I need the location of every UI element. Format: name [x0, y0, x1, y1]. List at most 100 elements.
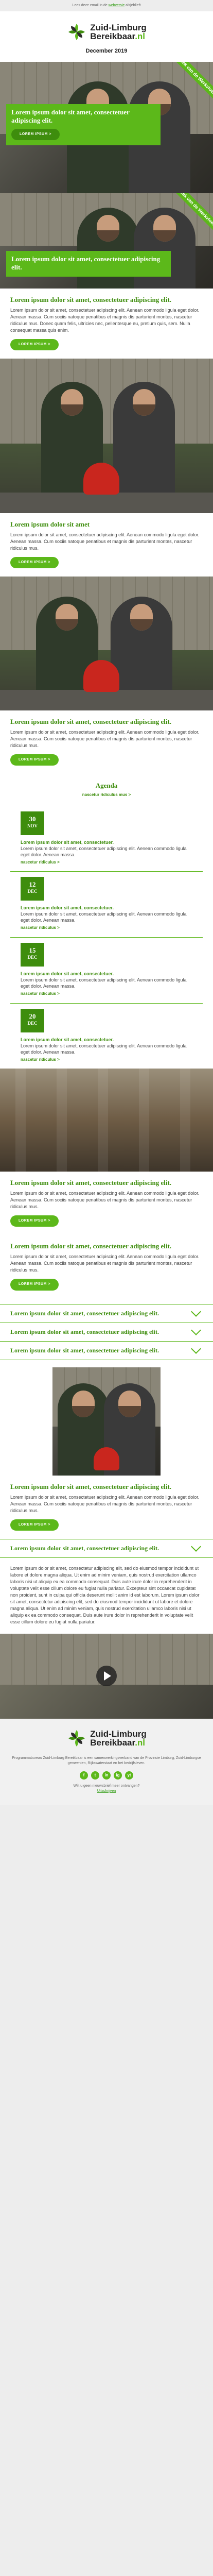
article-6: Lorem ipsum dolor sit amet, consectetuer…	[0, 1476, 213, 1539]
edition-date: December 2019	[85, 48, 128, 55]
preheader-text-after: alsjeblieft	[126, 4, 141, 7]
article-5-button[interactable]: LOREM IPSUM >	[10, 1279, 59, 1291]
date-day: 15	[29, 946, 36, 955]
agenda-header: Agenda nascetur ridiculus mus >	[0, 774, 213, 806]
logo-wordmark: Zuid-Limburg Bereikbaar.nl	[90, 23, 147, 41]
date-box: 20 DEC	[21, 1008, 44, 1032]
chevron-down-icon[interactable]	[191, 1541, 201, 1552]
article-6-title: Lorem ipsum dolor sit amet, consectetuer…	[10, 1482, 172, 1490]
footer-logo-line2: Bereikbaar	[90, 1737, 135, 1748]
accordion-title: Lorem ipsum dolor sit amet, consectetuer…	[10, 1346, 159, 1354]
chevron-down-icon[interactable]	[191, 1307, 201, 1317]
agenda-link[interactable]: nascetur ridiculus mus >	[10, 792, 203, 798]
accordion-item[interactable]: Lorem ipsum dolor sit amet, consectetuer…	[0, 1539, 213, 1558]
date-box: 30 NOV	[21, 811, 44, 835]
agenda-item-text: Lorem ipsum dolor sit amet, consectetuer…	[21, 1043, 187, 1055]
agenda-item[interactable]: 20 DEC Lorem ipsum dolor sit amet, conse…	[10, 1004, 203, 1069]
leaf-logo-icon	[67, 22, 87, 42]
accordion-item[interactable]: Lorem ipsum dolor sit amet, consectetuer…	[0, 1304, 213, 1323]
agenda-item-link[interactable]: nascetur ridiculus >	[21, 925, 192, 931]
logo-tld: .nl	[135, 31, 146, 41]
preheader: Lees deze email in de webversie alsjebli…	[0, 0, 213, 11]
footer: Zuid-Limburg Bereikbaar.nl Programmabure…	[0, 1718, 213, 1805]
instagram-icon[interactable]: ig	[114, 1771, 122, 1780]
logo-line2: Bereikbaar	[90, 31, 135, 41]
hero-title: Lorem ipsum dolor sit amet, consectetuer…	[11, 108, 130, 124]
chevron-down-icon[interactable]	[191, 1344, 201, 1354]
leaf-logo-icon	[67, 1728, 87, 1748]
agenda-title: Agenda	[95, 782, 118, 790]
article-3-text: Lorem ipsum dolor sit amet, consectetuer…	[10, 730, 200, 749]
date-month: DEC	[27, 955, 38, 960]
article-4: Lorem ipsum dolor sit amet, consectetuer…	[0, 1172, 213, 1235]
group-photo	[0, 1069, 213, 1172]
article-3: Lorem ipsum dolor sit amet, consectetuer…	[0, 710, 213, 774]
agenda-item-title: Lorem ipsum dolor sit amet, consectetuer…	[21, 971, 114, 977]
hero-banner[interactable]: Week van de Werkvloer Lorem ipsum dolor …	[0, 61, 213, 193]
facebook-icon[interactable]: f	[80, 1771, 88, 1780]
unsubscribe-link[interactable]: Uitschrijven	[97, 1789, 116, 1793]
article-6-text: Lorem ipsum dolor sit amet, consectetuer…	[10, 1494, 200, 1513]
hero2-overlay: Lorem ipsum dolor sit amet, consectetuer…	[6, 250, 171, 277]
hero-banner-2[interactable]: Week van de Werkvloer Lorem ipsum dolor …	[0, 193, 213, 289]
logo[interactable]: Zuid-Limburg Bereikbaar.nl	[66, 22, 147, 42]
accordion-title: Lorem ipsum dolor sit amet, consectetuer…	[10, 1328, 159, 1335]
article-2-title: Lorem ipsum dolor sit amet	[10, 520, 90, 529]
agenda-item-link[interactable]: nascetur ridiculus >	[21, 1057, 192, 1063]
article-2-button[interactable]: LOREM IPSUM >	[10, 557, 59, 569]
footer-logo[interactable]: Zuid-Limburg Bereikbaar.nl	[66, 1728, 147, 1749]
accordion: Lorem ipsum dolor sit amet, consectetuer…	[0, 1303, 213, 1360]
footer-wordmark: Zuid-Limburg Bereikbaar.nl	[90, 1730, 147, 1747]
article-1-title: Lorem ipsum dolor sit amet, consectetuer…	[10, 295, 172, 303]
twitter-icon[interactable]: t	[91, 1771, 99, 1780]
footer-logo-tld: .nl	[135, 1737, 146, 1748]
long-text-block: Lorem ipsum dolor sit amet, consectetur …	[0, 1558, 213, 1634]
agenda-item-title: Lorem ipsum dolor sit amet, consectetuer…	[21, 905, 114, 911]
agenda-item-link[interactable]: nascetur ridiculus >	[21, 859, 192, 866]
article-3-photo	[0, 577, 213, 711]
video-thumbnail[interactable]	[0, 1633, 213, 1719]
agenda-item-link[interactable]: nascetur ridiculus >	[21, 991, 192, 997]
agenda-item-text: Lorem ipsum dolor sit amet, consectetuer…	[21, 845, 187, 857]
play-icon[interactable]	[96, 1665, 117, 1686]
hero-button[interactable]: LOREM IPSUM >	[11, 128, 60, 141]
webversion-link[interactable]: webversie	[109, 4, 125, 7]
preheader-text: Lees deze email in de	[72, 4, 108, 7]
accordion-title: Lorem ipsum dolor sit amet, consectetuer…	[10, 1309, 159, 1317]
footer-description: Programmabureau Zuid-Limburg Bereikbaar …	[12, 1756, 201, 1765]
agenda-item[interactable]: 15 DEC Lorem ipsum dolor sit amet, conse…	[10, 938, 203, 1004]
agenda-item[interactable]: 12 DEC Lorem ipsum dolor sit amet, conse…	[10, 872, 203, 938]
accordion-title: Lorem ipsum dolor sit amet, consectetuer…	[10, 1544, 159, 1552]
agenda-item[interactable]: 30 NOV Lorem ipsum dolor sit amet, conse…	[10, 806, 203, 872]
article-1-text: Lorem ipsum dolor sit amet, consectetuer…	[10, 307, 200, 333]
accordion-item[interactable]: Lorem ipsum dolor sit amet, consectetuer…	[0, 1342, 213, 1360]
agenda-list: 30 NOV Lorem ipsum dolor sit amet, conse…	[0, 806, 213, 1069]
bbq-grill	[83, 463, 119, 495]
hero-overlay: Lorem ipsum dolor sit amet, consectetuer…	[6, 104, 161, 146]
article-2: Lorem ipsum dolor sit amet Lorem ipsum d…	[0, 513, 213, 577]
article-6-button[interactable]: LOREM IPSUM >	[10, 1519, 59, 1531]
article-3-button[interactable]: LOREM IPSUM >	[10, 754, 59, 766]
article-4-button[interactable]: LOREM IPSUM >	[10, 1215, 59, 1227]
article-5-text: Lorem ipsum dolor sit amet, consectetuer…	[10, 1254, 200, 1273]
article-3-title: Lorem ipsum dolor sit amet, consectetuer…	[10, 718, 172, 726]
article-1-button[interactable]: LOREM IPSUM >	[10, 338, 59, 351]
date-day: 20	[29, 1012, 36, 1020]
accordion-item[interactable]: Lorem ipsum dolor sit amet, consectetuer…	[0, 1323, 213, 1342]
article-2-text: Lorem ipsum dolor sit amet, consectetuer…	[10, 532, 200, 551]
chevron-down-icon[interactable]	[191, 1325, 201, 1335]
accordion-2: Lorem ipsum dolor sit amet, consectetuer…	[0, 1538, 213, 1558]
agenda-item-text: Lorem ipsum dolor sit amet, consectetuer…	[21, 911, 187, 923]
linkedin-icon[interactable]: in	[102, 1771, 111, 1780]
youtube-icon[interactable]: yt	[125, 1771, 133, 1780]
bbq-grill-2	[83, 660, 119, 692]
article-6-photo-wrap	[0, 1360, 213, 1476]
long-text: Lorem ipsum dolor sit amet, consectetur …	[10, 1565, 200, 1624]
footer-unsubscribe: Wilt u geen nieuwsbrief meer ontvangen? …	[10, 1784, 203, 1794]
article-4-text: Lorem ipsum dolor sit amet, consectetuer…	[10, 1191, 200, 1210]
date-day: 12	[29, 880, 36, 889]
agenda-item-title: Lorem ipsum dolor sit amet, consectetuer…	[21, 839, 114, 845]
date-month: DEC	[27, 1020, 38, 1026]
agenda-item-title: Lorem ipsum dolor sit amet, consectetuer…	[21, 1037, 114, 1042]
article-6-photo	[52, 1367, 161, 1476]
